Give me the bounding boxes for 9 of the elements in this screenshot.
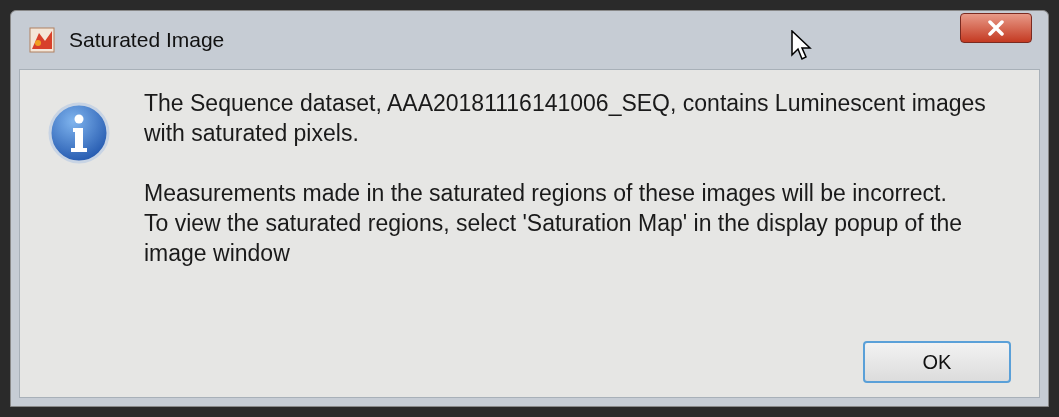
close-icon <box>987 20 1005 36</box>
message-text: The Sequence dataset, AAA20181116141006_SEQ, contains Luminescent images with saturated pixels. <box>144 89 986 148</box>
cursor-icon <box>791 30 814 62</box>
close-button[interactable] <box>960 13 1032 43</box>
ok-button[interactable]: OK <box>863 341 1011 383</box>
info-icon <box>48 102 110 164</box>
app-icon <box>29 27 55 53</box>
window-title: Saturated Image <box>69 28 225 52</box>
message-text: Measurements made in the saturated regions of these images will be incorrect. To view the saturated regions, select 'Saturation Map' in the display popup of the image window <box>144 179 964 268</box>
